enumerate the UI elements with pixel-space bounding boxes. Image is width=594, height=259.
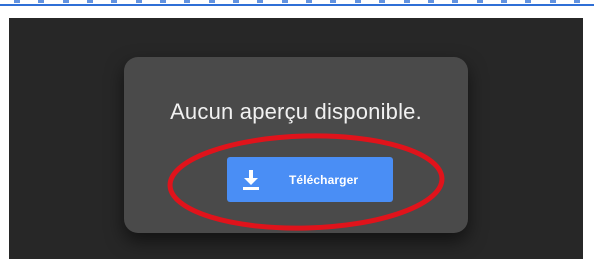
- download-icon: [239, 168, 263, 192]
- no-preview-message: Aucun aperçu disponible.: [170, 99, 422, 124]
- download-button[interactable]: Télécharger: [227, 157, 393, 202]
- download-button-label: Télécharger: [289, 172, 359, 187]
- file-preview-viewer: Aucun aperçu disponible. Télécharger: [9, 18, 583, 259]
- no-preview-card: Aucun aperçu disponible. Télécharger: [124, 57, 468, 233]
- top-border-strip: [0, 0, 594, 6]
- screenshot-frame: Aucun aperçu disponible. Télécharger: [0, 0, 594, 259]
- cropped-text-fragments: [14, 0, 580, 4]
